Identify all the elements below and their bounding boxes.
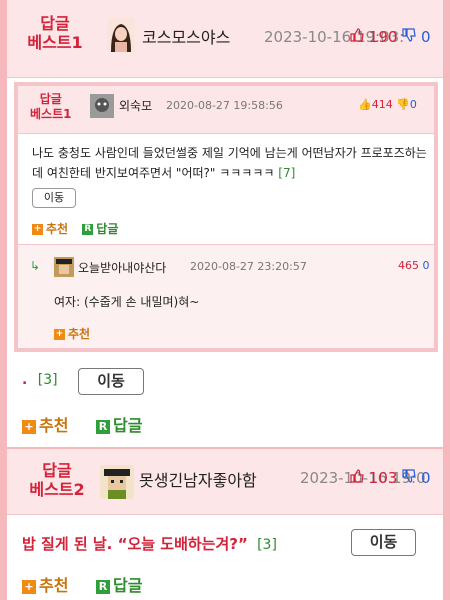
embedded-reply-count: [7] <box>278 165 296 180</box>
best-badge: 답글 베스트1 <box>25 14 85 52</box>
embedded-votes: 👍414 👎0 <box>358 98 417 111</box>
sub-reply-nickname: 오늘받아내야산다 <box>78 261 167 275</box>
reply-2-text: 밥 질게 된 날. “오늘 도배하는겨?” [3] <box>22 533 277 554</box>
best-badge-line1: 답글 <box>40 14 70 33</box>
recommend-label: 추천 <box>39 576 69 595</box>
sub-reply-down-count: 0 <box>422 259 430 272</box>
reply-button[interactable]: R 답글 <box>96 416 142 435</box>
embedded-reply-label: 답글 <box>96 222 119 236</box>
thumbs-down-icon[interactable] <box>402 469 421 487</box>
embedded-thumbs-up-icon: 👍 <box>358 98 372 111</box>
down-count: 0 <box>420 28 431 46</box>
up-count: 103 <box>368 469 398 487</box>
thumbs-up-icon[interactable] <box>350 469 369 487</box>
plus-icon: + <box>22 579 36 594</box>
avatar[interactable] <box>107 18 135 52</box>
thumbs-up-icon[interactable] <box>350 28 369 46</box>
reply-label: 답글 <box>113 416 143 435</box>
reply-arrow-icon: ↳ <box>30 259 41 273</box>
best-badge-line1: 답글 <box>42 461 72 480</box>
sub-reply-text: 여자: (수줍게 손 내밀며)혀~ <box>54 295 200 309</box>
reply-1-actions: + 추천 R 답글 <box>22 412 142 436</box>
embedded-badge-line2: 베스트1 <box>30 107 72 121</box>
best-badge-line2: 베스트2 <box>29 480 85 500</box>
reply-icon: R <box>82 224 94 235</box>
sub-reply-votes: 465 0 <box>398 259 430 272</box>
move-button[interactable]: 이동 <box>351 529 416 556</box>
reply-2-body: 밥 질게 된 날. “오늘 도배하는겨?” <box>22 535 248 553</box>
thumbs-down-icon[interactable] <box>402 28 421 46</box>
embedded-move-button: 이동 <box>32 188 76 208</box>
best-reply-2-header: 답글 베스트2 못생긴남자좋아함 2023-10-16 19:0 103 0 <box>7 447 443 515</box>
reply-2-actions: + 추천 R 답글 <box>22 572 142 596</box>
reply-1-body: . <box>22 372 28 388</box>
reply-label: 답글 <box>113 576 143 595</box>
embedded-best-badge: 답글 베스트1 <box>30 92 71 122</box>
best-reply-1-header: 답글 베스트1 코스모스야스 2023-10-16 19:03: 190 0 <box>7 0 443 78</box>
sub-reply-avatar <box>54 257 74 277</box>
reply-1-count[interactable]: [3] <box>38 372 58 388</box>
embedded-header: 답글 베스트1 외숙모 2020-08-27 19:58:56 👍414 👎0 <box>18 86 434 134</box>
avatar[interactable] <box>100 465 134 499</box>
up-count: 190 <box>368 28 398 46</box>
reply-2-count[interactable]: [3] <box>257 537 277 553</box>
embedded-nickname: 외숙모 <box>119 99 153 113</box>
down-count: 0 <box>420 469 431 487</box>
reply-1-text: . [3] <box>22 372 58 388</box>
move-button[interactable]: 이동 <box>78 368 144 395</box>
plus-icon: + <box>54 329 65 340</box>
recommend-button[interactable]: + 추천 <box>22 416 68 435</box>
embedded-timestamp: 2020-08-27 19:58:56 <box>166 99 283 112</box>
sub-reply-timestamp: 2020-08-27 23:20:57 <box>190 260 307 273</box>
recommend-button[interactable]: + 추천 <box>22 576 68 595</box>
embedded-up-count: 414 <box>371 98 393 111</box>
reply-icon: R <box>96 579 111 594</box>
embedded-down-count: 0 <box>409 98 417 111</box>
embedded-screenshot: 답글 베스트1 외숙모 2020-08-27 19:58:56 👍414 👎0 … <box>14 82 438 352</box>
embedded-comment-text: 나도 충청도 사람인데 들었던썰중 제일 기억에 남는게 어떤남자가 프로포즈하… <box>32 144 428 184</box>
embedded-thumbs-down-icon: 👎 <box>396 98 410 111</box>
sub-reply-up-count: 465 <box>398 259 419 272</box>
best-badge-line2: 베스트1 <box>27 33 83 53</box>
nickname[interactable]: 못생긴남자좋아함 <box>139 467 257 491</box>
plus-icon: + <box>22 419 36 434</box>
recommend-label: 추천 <box>39 416 69 435</box>
vote-counts: 190 0 <box>350 28 431 46</box>
vote-counts: 103 0 <box>350 469 431 487</box>
sub-reply-actions: + 추천 <box>54 325 90 342</box>
embedded-text: 나도 충청도 사람인데 들었던썰중 제일 기억에 남는게 어떤남자가 프로포즈하… <box>32 146 427 180</box>
embedded-recommend-label: 추천 <box>46 222 69 236</box>
sub-reply-recommend-label: 추천 <box>68 327 91 341</box>
embedded-actions: + 추천 R 답글 <box>32 220 118 237</box>
embedded-sub-reply: ↳ 오늘받아내야산다 2020-08-27 23:20:57 465 0 여자:… <box>18 244 434 348</box>
reply-button[interactable]: R 답글 <box>96 576 142 595</box>
reply-icon: R <box>96 419 111 434</box>
embedded-badge-line1: 답글 <box>39 92 62 106</box>
nickname[interactable]: 코스모스야스 <box>142 24 230 48</box>
plus-icon: + <box>32 224 43 235</box>
embedded-avatar <box>90 94 114 118</box>
best-badge: 답글 베스트2 <box>22 461 92 499</box>
